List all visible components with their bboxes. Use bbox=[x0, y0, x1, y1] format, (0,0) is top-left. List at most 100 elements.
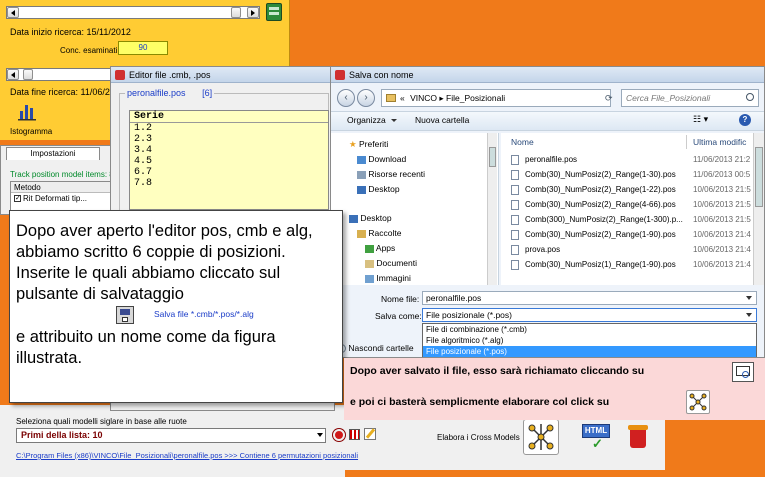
file-list-scrollbar[interactable] bbox=[753, 133, 764, 285]
status-path-link[interactable]: C:\Program Files (x86)\VINCO\File_Posizi… bbox=[16, 451, 358, 460]
slider-left-button[interactable] bbox=[7, 7, 19, 18]
filename-input[interactable]: peronalfile.pos bbox=[422, 291, 757, 305]
method-checkbox[interactable]: ✓ bbox=[14, 195, 21, 203]
end-date-slider[interactable] bbox=[6, 68, 116, 81]
nav-item[interactable]: Risorse recenti bbox=[357, 169, 425, 179]
dropdown-option-selected[interactable]: File posizionale (*.pos) bbox=[423, 346, 756, 357]
concorsi-input[interactable]: 90 bbox=[118, 41, 168, 55]
file-row[interactable]: peronalfile.pos 11/06/2013 21:2 bbox=[503, 153, 753, 167]
column-header-date[interactable]: Ultima modific bbox=[693, 137, 746, 147]
nav-item[interactable]: ★ Preferiti bbox=[349, 139, 388, 150]
chevron-down-icon[interactable] bbox=[746, 296, 752, 300]
desktop-icon bbox=[357, 185, 366, 194]
breadcrumb-folder[interactable]: File_Posizionali bbox=[446, 93, 505, 103]
end-date-label: Data fine ricerca: bbox=[10, 87, 79, 97]
file-name: peronalfile.pos bbox=[525, 155, 578, 164]
file-row[interactable]: Comb(300)_NumPosiz(2)_Range(1-300).p... 1… bbox=[503, 213, 753, 227]
nav-item-label: Immagini bbox=[376, 273, 411, 283]
database-icon[interactable] bbox=[266, 3, 282, 21]
start-date-slider[interactable] bbox=[6, 6, 260, 19]
editor-titlebar[interactable]: Editor file .cmb, .pos bbox=[111, 67, 334, 83]
help-icon[interactable]: ? bbox=[739, 114, 751, 126]
nav-item[interactable]: Desktop bbox=[349, 213, 392, 223]
grid-icon[interactable] bbox=[349, 429, 360, 440]
dropdown-option[interactable]: File algoritmico (*.alg) bbox=[423, 335, 756, 346]
documents-icon bbox=[365, 259, 374, 268]
nav-item[interactable]: Desktop bbox=[357, 184, 400, 194]
slider2-thumb[interactable] bbox=[23, 69, 33, 80]
file-row[interactable]: Comb(30)_NumPosiz(2)_Range(4-66).pos 10/0… bbox=[503, 198, 753, 212]
save-as-type-select[interactable]: File posizionale (*.pos) bbox=[422, 308, 757, 322]
back-button[interactable]: ‹ bbox=[337, 89, 355, 107]
images-icon bbox=[365, 274, 374, 283]
callout-left-text-2: e attribuito un nome come da figura illu… bbox=[16, 328, 276, 367]
chevron-down-icon[interactable] bbox=[317, 433, 323, 437]
trash-icon[interactable] bbox=[628, 425, 648, 449]
callout-left-text-1: Dopo aver aperto l'editor pos, cmb e alg… bbox=[16, 222, 313, 303]
editor-count: [6] bbox=[202, 88, 213, 98]
chevron-down-icon[interactable] bbox=[746, 313, 752, 317]
file-row[interactable]: Comb(30)_NumPosiz(2)_Range(1-30).pos 11/0… bbox=[503, 168, 753, 182]
search-icon bbox=[746, 93, 754, 101]
nav-item[interactable]: Apps bbox=[365, 243, 395, 253]
method-list[interactable]: Metodo ✓ Rit Deformati tip... bbox=[10, 181, 118, 211]
nav-scrollbar[interactable] bbox=[487, 133, 497, 285]
editor-line: 2.3 bbox=[134, 134, 153, 145]
breadcrumb-prefix: « bbox=[400, 93, 405, 103]
file-row[interactable]: Comb(30)_NumPosiz(1)_Range(1-90).pos 10/0… bbox=[503, 258, 753, 272]
slider2-left-button[interactable] bbox=[7, 69, 19, 80]
hide-folders-toggle[interactable]: Nascondi cartelle bbox=[337, 343, 414, 354]
nav-item-label: Desktop bbox=[368, 184, 400, 194]
save-file-icon[interactable] bbox=[116, 306, 134, 324]
view-icon[interactable]: ☷ ▾ bbox=[693, 114, 713, 126]
file-icon bbox=[511, 155, 519, 165]
slider-right-button[interactable] bbox=[247, 7, 259, 18]
method-item[interactable]: ✓ Rit Deformati tip... bbox=[11, 193, 117, 205]
nav-scrollbar-thumb[interactable] bbox=[489, 147, 496, 167]
download-folder-icon bbox=[357, 155, 366, 164]
save-dialog-titlebar[interactable]: Salva con nome bbox=[331, 67, 764, 83]
histogram-label[interactable]: Istogramma bbox=[10, 127, 52, 136]
primi-select[interactable]: Primi della lista: 10 bbox=[16, 428, 326, 443]
red-gear-icon[interactable] bbox=[333, 429, 345, 441]
organizza-label: Organizza bbox=[347, 115, 386, 125]
editor-textarea[interactable]: Serie 1.2 2.3 3.4 4.5 6.7 7.8 bbox=[129, 110, 329, 210]
file-row[interactable]: Comb(30)_NumPosiz(2)_Range(1-22).pos 10/0… bbox=[503, 183, 753, 197]
new-folder-button[interactable]: Nuova cartella bbox=[415, 115, 469, 125]
forward-button[interactable]: › bbox=[357, 89, 375, 107]
nav-item[interactable]: Documenti bbox=[365, 258, 417, 268]
nav-item[interactable]: Immagini bbox=[365, 273, 411, 283]
start-date-row: Data inizio ricerca: 15/11/2012 bbox=[10, 27, 131, 37]
cross-models-icon[interactable] bbox=[523, 419, 559, 455]
editor-title: Editor file .cmb, .pos bbox=[129, 70, 211, 80]
file-date: 11/06/2013 00:5 bbox=[693, 170, 751, 179]
file-row[interactable]: prova.pos 10/06/2013 21:4 bbox=[503, 243, 753, 257]
html-export-icon[interactable]: HTML ✓ bbox=[582, 424, 612, 451]
file-icon bbox=[511, 200, 519, 210]
file-list-scrollbar-thumb[interactable] bbox=[755, 147, 763, 207]
save-file-link[interactable]: Salva file *.cmb/*.pos/*.alg bbox=[154, 309, 254, 319]
slider-thumb[interactable] bbox=[231, 7, 241, 18]
tab-impostazioni[interactable]: Impostazioni bbox=[6, 147, 100, 160]
method-header[interactable]: Metodo bbox=[11, 182, 117, 193]
cross-models-small-icon[interactable] bbox=[686, 390, 710, 414]
breadcrumb[interactable]: « VINCO ▸ File_Posizionali bbox=[381, 89, 611, 107]
histogram-icon[interactable] bbox=[18, 101, 36, 121]
organizza-button[interactable]: Organizza bbox=[347, 115, 398, 125]
file-name: Comb(300)_NumPosiz(2)_Range(1-300).p... bbox=[525, 215, 683, 224]
edit-icon[interactable] bbox=[364, 428, 376, 440]
column-header-name[interactable]: Nome bbox=[511, 137, 534, 147]
recent-icon bbox=[357, 170, 366, 179]
concorsi-value: 90 bbox=[138, 43, 148, 52]
file-row[interactable]: Comb(30)_NumPosiz(2)_Range(1-90).pos 10/0… bbox=[503, 228, 753, 242]
nav-item[interactable]: Download bbox=[357, 154, 406, 164]
open-file-icon[interactable] bbox=[732, 362, 754, 382]
elabora-label: Elabora i Cross Models bbox=[437, 433, 520, 442]
editor-line: 3.4 bbox=[134, 145, 153, 156]
breadcrumb-vinco[interactable]: VINCO bbox=[410, 93, 437, 103]
dropdown-option[interactable]: File di combinazione (*.cmb) bbox=[423, 324, 756, 335]
refresh-button[interactable]: ⟳ bbox=[605, 89, 619, 107]
nav-item[interactable]: Raccolte bbox=[357, 228, 401, 238]
file-icon bbox=[511, 215, 519, 225]
search-input[interactable]: Cerca File_Posizionali bbox=[621, 89, 759, 107]
